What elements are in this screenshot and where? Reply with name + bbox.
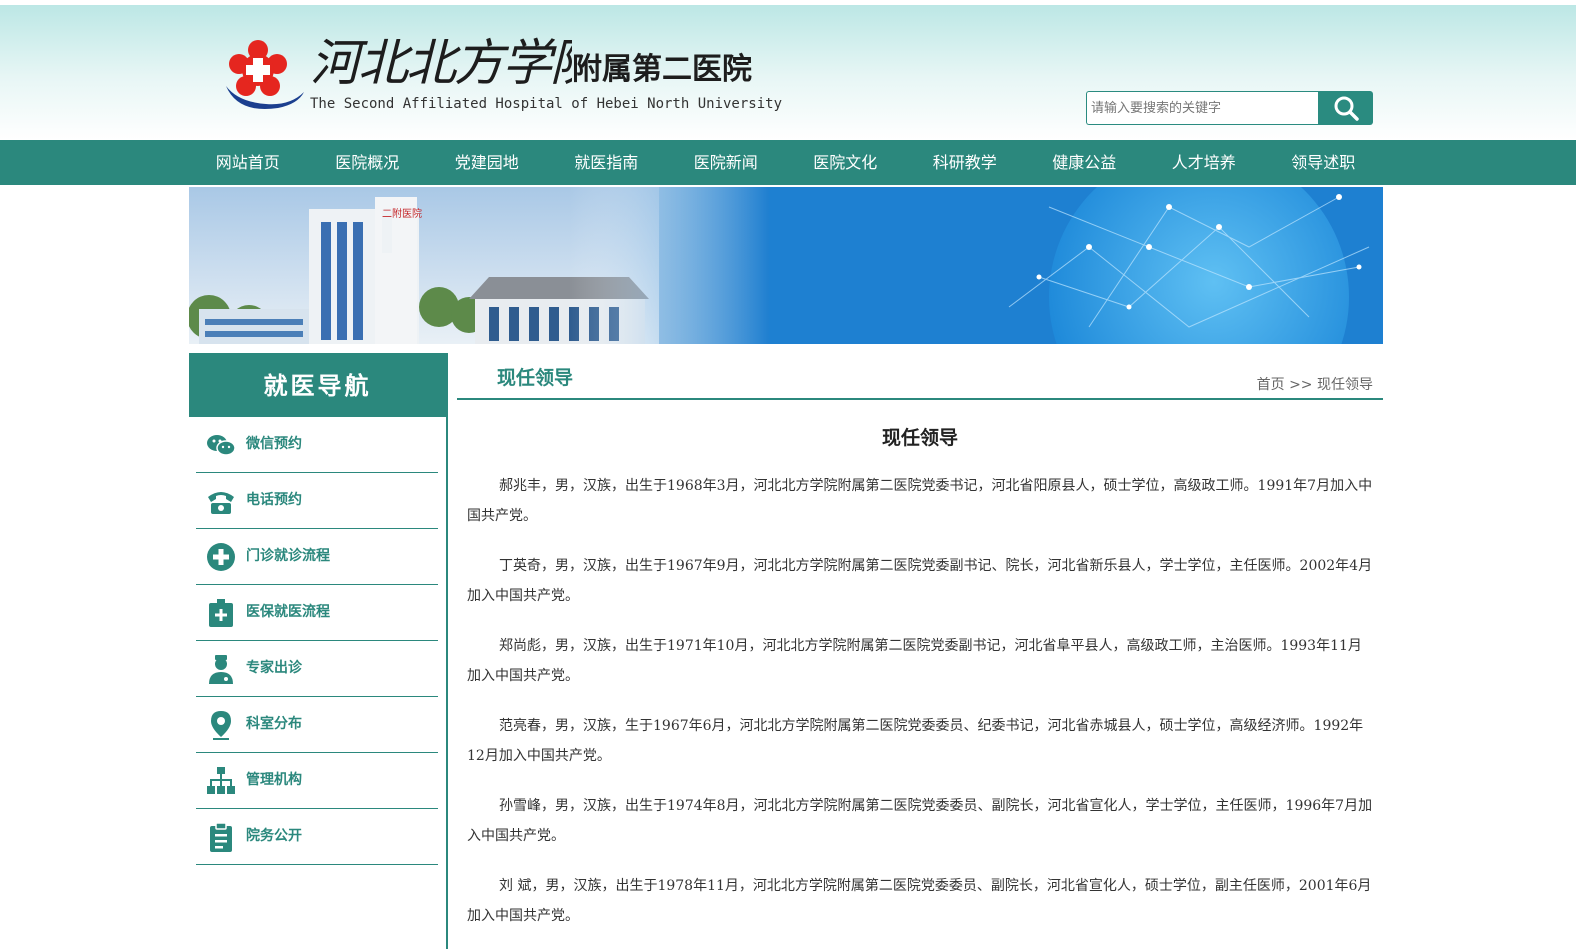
breadcrumb-separator: >> (1289, 377, 1313, 393)
org-chart-icon (207, 767, 235, 794)
sidebar-list: 微信预约 电话预约 门诊就诊流程 医保就医流程 专家出诊 科室分布 管理机构 院… (196, 417, 438, 865)
nav-list: 网站首页 医院概况 党建园地 就医指南 医院新闻 医院文化 科研教学 健康公益 … (188, 140, 1383, 185)
sidebar: 就医导航 微信预约 电话预约 门诊就诊流程 医保就医流程 专家出诊 科室分布 管… (189, 353, 448, 949)
logo-hospital-name: 附属第二医院 (572, 52, 752, 87)
banner-illustration: 二附医院 (189, 187, 1383, 344)
sidebar-item-label: 科室分布 (246, 716, 302, 732)
leader-paragraph: 郑尚彪，男，汉族，出生于1971年10月，河北北方学院附属第二医院党委副书记，河… (467, 638, 1362, 684)
nav-item-culture[interactable]: 医院文化 (786, 140, 906, 185)
breadcrumb-current[interactable]: 现任领导 (1317, 377, 1373, 393)
sidebar-item-label: 管理机构 (246, 772, 302, 788)
medical-kit-icon (209, 599, 233, 627)
leader-paragraph: 丁英奇，男，汉族，出生于1967年9月，河北北方学院附属第二医院党委副书记、院长… (467, 558, 1373, 604)
sidebar-item-label: 电话预约 (246, 492, 302, 508)
sidebar-title: 就医导航 (189, 353, 446, 417)
breadcrumb: 首页 >> 现任领导 (1257, 374, 1373, 394)
sidebar-item-management[interactable]: 管理机构 (196, 753, 438, 809)
search-icon (1334, 96, 1359, 121)
leader-paragraph: 刘 斌，男，汉族，出生于1978年11月，河北北方学院附属第二医院党委委员、副院… (467, 878, 1372, 924)
phone-icon (208, 492, 234, 514)
main-nav: 网站首页 医院概况 党建园地 就医指南 医院新闻 医院文化 科研教学 健康公益 … (0, 140, 1576, 185)
banner-image: 二附医院 (189, 187, 1383, 344)
hospital-logo-icon[interactable] (218, 34, 308, 114)
logo-university-name: 河北北方学院 (310, 34, 572, 92)
leader-paragraph: 郝兆丰，男，汉族，出生于1968年3月，河北北方学院附属第二医院党委书记，河北省… (467, 478, 1373, 524)
doctor-icon (209, 655, 233, 684)
banner-building-sign: 二附医院 (382, 207, 422, 220)
sidebar-item-insurance[interactable]: 医保就医流程 (196, 585, 438, 641)
header-top-line (0, 0, 1576, 5)
main-content: 现任领导 首页 >> 现任领导 现任领导 郝兆丰，男，汉族，出生于1968年3月… (457, 353, 1383, 949)
page: 河北北方学院 附属第二医院 The Second Affiliated Hosp… (0, 0, 1576, 949)
nav-item-guide[interactable]: 就医指南 (547, 140, 667, 185)
sidebar-item-label: 微信预约 (246, 436, 302, 452)
sidebar-item-experts[interactable]: 专家出诊 (196, 641, 438, 697)
section-header: 现任领导 首页 >> 现任领导 (457, 353, 1383, 400)
breadcrumb-home-link[interactable]: 首页 (1257, 377, 1285, 393)
nav-item-talent[interactable]: 人才培养 (1144, 140, 1264, 185)
leader-paragraph: 范亮春，男，汉族，生于1967年6月，河北北方学院附属第二医院党委委员、纪委书记… (467, 718, 1364, 764)
nav-item-overview[interactable]: 医院概况 (308, 140, 428, 185)
location-pin-icon (211, 711, 231, 740)
sidebar-item-wechat[interactable]: 微信预约 (196, 417, 438, 473)
nav-item-reports[interactable]: 领导述职 (1264, 140, 1384, 185)
sidebar-item-outpatient[interactable]: 门诊就诊流程 (196, 529, 438, 585)
sidebar-item-label: 院务公开 (246, 828, 302, 844)
wechat-icon (207, 435, 236, 456)
logo-english-name: The Second Affiliated Hospital of Hebei … (310, 96, 783, 112)
nav-item-news[interactable]: 医院新闻 (666, 140, 786, 185)
sidebar-item-phone[interactable]: 电话预约 (196, 473, 438, 529)
nav-item-party[interactable]: 党建园地 (427, 140, 547, 185)
nav-item-health[interactable]: 健康公益 (1025, 140, 1145, 185)
search-button[interactable] (1318, 91, 1373, 125)
nav-item-research[interactable]: 科研教学 (905, 140, 1025, 185)
site-header: 河北北方学院 附属第二医院 The Second Affiliated Hosp… (0, 0, 1576, 140)
section-title: 现任领导 (497, 367, 574, 389)
leader-paragraph: 孙雪峰，男，汉族，出生于1974年8月，河北北方学院附属第二医院党委委员、副院长… (467, 798, 1373, 844)
sidebar-item-label: 医保就医流程 (246, 604, 330, 620)
article-title: 现任领导 (881, 427, 958, 449)
sidebar-item-departments[interactable]: 科室分布 (196, 697, 438, 753)
clipboard-icon (210, 822, 232, 852)
sidebar-item-affairs[interactable]: 院务公开 (196, 809, 438, 865)
search-input[interactable] (1087, 92, 1318, 124)
sidebar-item-label: 专家出诊 (246, 660, 302, 676)
article-body: 郝兆丰，男，汉族，出生于1968年3月，河北北方学院附属第二医院党委书记，河北省… (467, 471, 1373, 951)
nav-item-home[interactable]: 网站首页 (188, 140, 308, 185)
medical-cross-icon (207, 543, 235, 571)
search-box (1086, 91, 1318, 125)
sidebar-item-label: 门诊就诊流程 (246, 548, 330, 564)
